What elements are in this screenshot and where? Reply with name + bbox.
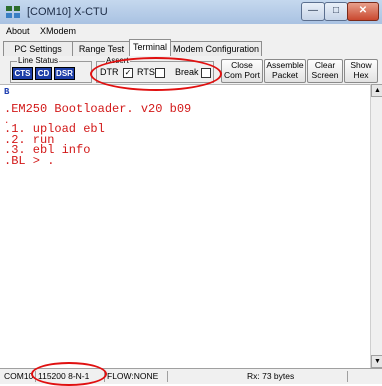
title-bar: [COM10] X-CTU — □ ✕ (0, 0, 382, 24)
tab-terminal[interactable]: Terminal (129, 39, 171, 56)
clear-screen-label-1: Clear (314, 60, 336, 70)
console-line: .EM250 Bootloader. v20 b09 (4, 102, 192, 116)
rts-checkbox[interactable] (155, 68, 165, 78)
show-hex-label-2: Hex (353, 70, 369, 80)
window-title: [COM10] X-CTU (27, 6, 108, 18)
rts-label: RTS (137, 67, 155, 77)
assert-label: Assert (105, 56, 130, 65)
scroll-down-icon[interactable]: ▼ (371, 355, 382, 368)
dtr-label: DTR (100, 67, 119, 77)
menu-xmodem[interactable]: XModem (40, 26, 76, 36)
terminal-toolbar: Line Status CTS CD DSR Assert DTR ✓ RTS … (0, 56, 382, 85)
status-settings: 115200 8-N-1 (36, 371, 105, 382)
cd-indicator: CD (35, 67, 52, 80)
break-checkbox[interactable] (201, 68, 211, 78)
status-flow: FLOW:NONE (105, 371, 168, 382)
terminal-console[interactable]: B .EM250 Bootloader. v20 b09 . .1. uploa… (0, 84, 370, 369)
status-rx: Rx: 73 bytes (245, 371, 348, 382)
status-bar: COM10 115200 8-N-1 FLOW:NONE Rx: 73 byte… (0, 368, 382, 384)
clear-screen-label-2: Screen (311, 70, 339, 80)
scroll-up-icon[interactable]: ▲ (371, 84, 382, 97)
cts-indicator: CTS (12, 67, 33, 80)
assemble-packet-button[interactable]: Assemble Packet (264, 59, 306, 83)
tab-modem-configuration[interactable]: Modem Configuration (170, 41, 262, 56)
close-icon: ✕ (358, 5, 368, 16)
clear-screen-button[interactable]: Clear Screen (307, 59, 343, 83)
tab-range-test[interactable]: Range Test (72, 41, 131, 56)
maximize-button[interactable]: □ (324, 2, 348, 21)
close-com-port-button[interactable]: Close Com Port (221, 59, 263, 83)
line-status-label: Line Status (17, 56, 60, 65)
maximize-icon: □ (332, 5, 340, 16)
vertical-scrollbar[interactable]: ▲ ▼ (370, 84, 382, 368)
dsr-indicator: DSR (54, 67, 75, 80)
console-line: .BL > . (4, 154, 55, 168)
tab-pc-settings[interactable]: PC Settings (3, 41, 73, 56)
app-icon (6, 6, 20, 18)
close-button[interactable]: ✕ (347, 2, 379, 21)
assemble-packet-label-2: Packet (272, 70, 298, 80)
tab-strip: PC Settings Range Test Terminal Modem Co… (0, 38, 382, 56)
close-com-port-label-2: Com Port (224, 70, 260, 80)
close-com-port-label-1: Close (231, 60, 253, 70)
break-label: Break (175, 67, 199, 77)
minimize-button[interactable]: — (301, 2, 325, 21)
console-line: B (4, 87, 10, 97)
show-hex-label-1: Show (350, 60, 372, 70)
status-port: COM10 (2, 371, 36, 382)
menu-bar: About XModem (0, 24, 382, 38)
menu-about[interactable]: About (6, 26, 30, 36)
dtr-checkbox[interactable]: ✓ (123, 68, 133, 78)
minimize-icon: — (308, 5, 318, 16)
assemble-packet-label-1: Assemble (266, 60, 304, 70)
show-hex-button[interactable]: Show Hex (344, 59, 378, 83)
